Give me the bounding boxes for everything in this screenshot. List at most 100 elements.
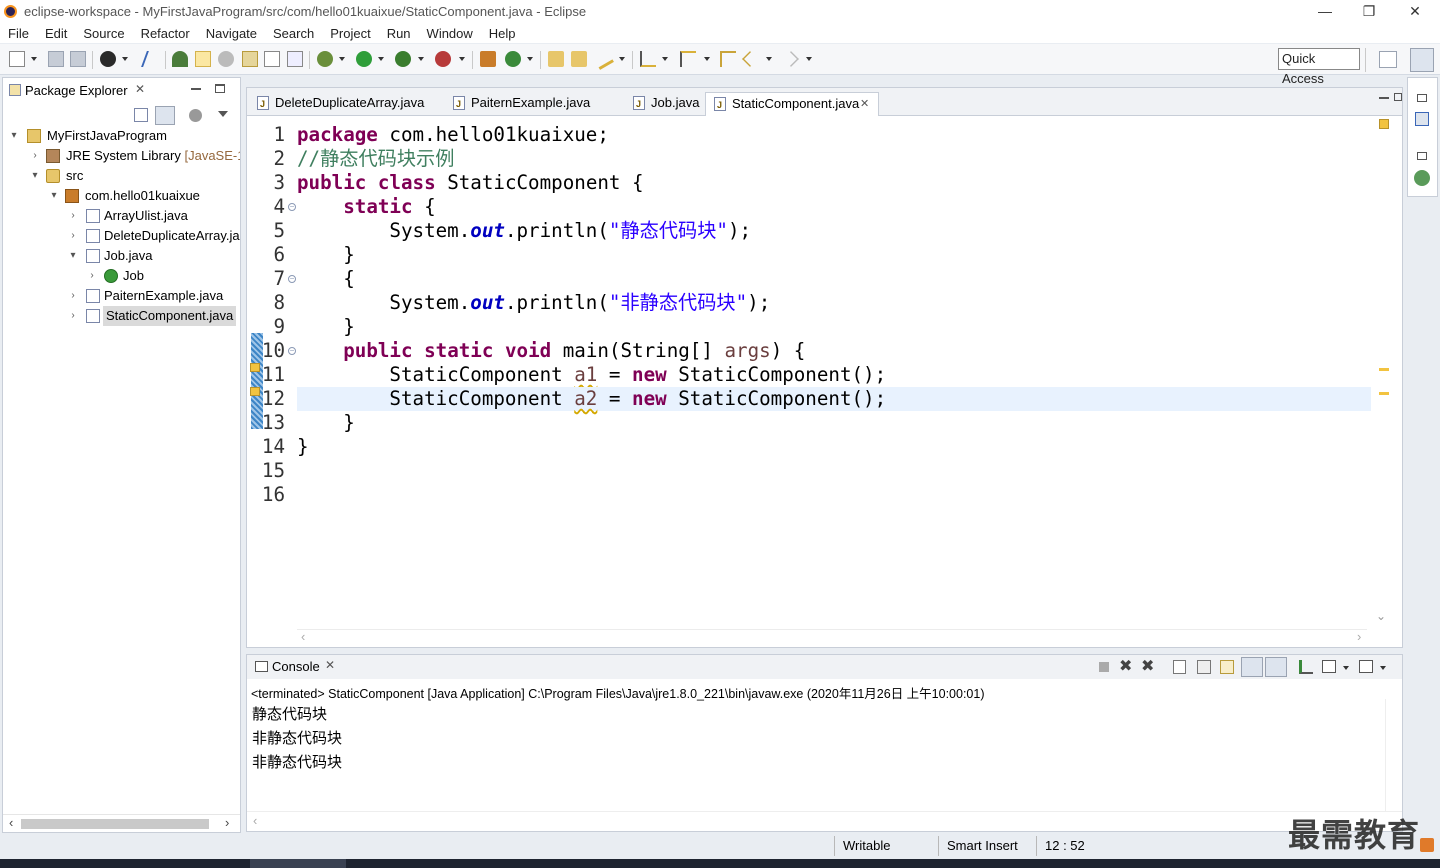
open-console-icon[interactable] bbox=[1359, 660, 1373, 673]
coverage-icon[interactable] bbox=[395, 51, 411, 67]
run-dropdown-icon[interactable] bbox=[378, 57, 384, 61]
new-java-class-icon[interactable] bbox=[505, 51, 521, 67]
view-menu-icon[interactable] bbox=[218, 111, 228, 117]
menu-file[interactable]: File bbox=[0, 23, 37, 43]
minimize-editor-icon[interactable] bbox=[1379, 97, 1389, 99]
tree-item-job-java[interactable]: ▾ Job.java bbox=[3, 246, 240, 266]
new-java-package-icon[interactable] bbox=[480, 51, 496, 67]
collapse-all-icon[interactable] bbox=[134, 108, 148, 122]
new-class-dropdown-icon[interactable] bbox=[527, 57, 533, 61]
tab-deleteduplicatearray[interactable]: DeleteDuplicateArray.java bbox=[249, 92, 441, 116]
mark-occurrences-icon[interactable] bbox=[195, 51, 211, 67]
close-view-icon[interactable]: ✕ bbox=[135, 82, 145, 96]
expand-twisty-icon[interactable]: ▾ bbox=[48, 186, 60, 206]
menu-edit[interactable]: Edit bbox=[37, 23, 75, 43]
focus-on-task-icon[interactable] bbox=[189, 109, 202, 122]
run-icon[interactable] bbox=[356, 51, 372, 67]
remove-launch-icon[interactable]: ✖ bbox=[1119, 656, 1132, 676]
publish-icon[interactable] bbox=[100, 51, 116, 67]
console-vertical-scrollbar[interactable] bbox=[1385, 699, 1401, 811]
menu-help[interactable]: Help bbox=[481, 23, 524, 43]
display-console-dropdown-icon[interactable] bbox=[1343, 666, 1349, 670]
code-line[interactable]: System.out.println("静态代码块"); bbox=[297, 219, 1371, 243]
restore-view-icon[interactable] bbox=[1417, 152, 1427, 160]
tree-item-job-class[interactable]: › Job bbox=[3, 266, 240, 286]
minimize-view-icon[interactable] bbox=[191, 88, 201, 90]
word-wrap-icon[interactable] bbox=[1220, 660, 1234, 674]
debug-dropdown-icon[interactable] bbox=[339, 57, 345, 61]
code-line[interactable]: } bbox=[297, 435, 1371, 459]
scroll-left-icon[interactable]: ‹ bbox=[253, 813, 257, 828]
previous-annotation-icon[interactable] bbox=[680, 51, 696, 67]
back-dropdown-icon[interactable] bbox=[766, 57, 772, 61]
code-line[interactable] bbox=[297, 483, 1371, 507]
new-icon[interactable] bbox=[9, 51, 25, 67]
open-perspective-icon[interactable] bbox=[1379, 51, 1397, 68]
java-perspective-icon[interactable] bbox=[1410, 48, 1434, 72]
toggle-breadcrumb-icon[interactable] bbox=[218, 51, 234, 67]
quick-access-field[interactable]: Quick Access bbox=[1278, 48, 1360, 86]
tab-staticcomponent[interactable]: StaticComponent.java✕ bbox=[705, 92, 879, 116]
open-folder-icon[interactable] bbox=[548, 51, 564, 67]
restore-view-icon[interactable] bbox=[1417, 94, 1427, 102]
tab-paiternexample[interactable]: PaiternExample.java bbox=[445, 92, 621, 116]
code-line[interactable]: StaticComponent a2 = new StaticComponent… bbox=[297, 387, 1371, 411]
expand-twisty-icon[interactable]: › bbox=[86, 266, 98, 286]
open-type-icon[interactable] bbox=[172, 51, 188, 67]
tree-item-jre-library[interactable]: › JRE System Library [JavaSE-1. bbox=[3, 146, 240, 166]
expand-twisty-icon[interactable]: › bbox=[67, 206, 79, 226]
minimize-button[interactable]: — bbox=[1302, 0, 1348, 23]
show-console-on-error-icon[interactable] bbox=[1265, 657, 1287, 677]
code-line[interactable]: static { bbox=[297, 195, 1371, 219]
notification-icon[interactable] bbox=[1420, 838, 1434, 852]
code-line[interactable]: } bbox=[297, 243, 1371, 267]
show-console-on-output-icon[interactable] bbox=[1241, 657, 1263, 677]
previous-annotation-dropdown-icon[interactable] bbox=[704, 57, 710, 61]
show-whitespace-icon[interactable] bbox=[242, 51, 258, 67]
warning-summary-icon[interactable] bbox=[1379, 119, 1389, 129]
scroll-right-icon[interactable]: › bbox=[1357, 629, 1361, 644]
code-line[interactable]: package com.hello01kuaixue; bbox=[297, 123, 1371, 147]
menu-window[interactable]: Window bbox=[419, 23, 481, 43]
tree-item-deleteduplicatearray[interactable]: › DeleteDuplicateArray.ja bbox=[3, 226, 240, 246]
display-console-icon[interactable] bbox=[1322, 660, 1336, 673]
expand-twisty-icon[interactable]: ▾ bbox=[67, 246, 79, 266]
code-line[interactable] bbox=[297, 459, 1371, 483]
tree-item-arrayulist[interactable]: › ArrayUlist.java bbox=[3, 206, 240, 226]
scrollbar-thumb[interactable] bbox=[21, 819, 209, 829]
expand-twisty-icon[interactable]: › bbox=[67, 286, 79, 306]
external-tools-dropdown-icon[interactable] bbox=[459, 57, 465, 61]
expand-twisty-icon[interactable]: › bbox=[67, 306, 79, 326]
menu-source[interactable]: Source bbox=[75, 23, 132, 43]
skip-breakpoints-icon[interactable] bbox=[141, 51, 163, 67]
console-horizontal-scrollbar[interactable]: ‹ bbox=[247, 811, 1402, 831]
code-line[interactable]: } bbox=[297, 411, 1371, 435]
expand-twisty-icon[interactable]: › bbox=[29, 146, 41, 166]
tree-item-package[interactable]: ▾ com.hello01kuaixue bbox=[3, 186, 240, 206]
menu-refactor[interactable]: Refactor bbox=[133, 23, 198, 43]
forward-dropdown-icon[interactable] bbox=[806, 57, 812, 61]
forward-icon[interactable] bbox=[783, 51, 799, 67]
fold-toggle-icon[interactable]: − bbox=[288, 347, 296, 355]
coverage-dropdown-icon[interactable] bbox=[418, 57, 424, 61]
task-dropdown-icon[interactable] bbox=[619, 57, 625, 61]
debug-icon[interactable] bbox=[317, 51, 333, 67]
task-list-icon[interactable] bbox=[1414, 170, 1430, 186]
fold-toggle-icon[interactable]: − bbox=[288, 275, 296, 283]
tree-item-src[interactable]: ▾ src bbox=[3, 166, 240, 186]
code-line[interactable]: { bbox=[297, 267, 1371, 291]
expand-twisty-icon[interactable]: › bbox=[67, 226, 79, 246]
overview-ruler[interactable]: ⌄ bbox=[1371, 117, 1401, 629]
scroll-left-icon[interactable]: ‹ bbox=[301, 629, 305, 644]
fold-toggle-icon[interactable]: − bbox=[288, 203, 296, 211]
clear-console-icon[interactable] bbox=[1173, 660, 1186, 674]
open-console-dropdown-icon[interactable] bbox=[1380, 666, 1386, 670]
code-line[interactable]: } bbox=[297, 315, 1371, 339]
terminate-icon[interactable] bbox=[1099, 662, 1109, 672]
maximize-view-icon[interactable] bbox=[215, 84, 225, 93]
menu-navigate[interactable]: Navigate bbox=[198, 23, 265, 43]
tree-item-project[interactable]: ▾ MyFirstJavaProgram bbox=[3, 126, 240, 146]
scroll-lock-icon[interactable] bbox=[1197, 660, 1211, 674]
last-edit-location-icon[interactable] bbox=[720, 51, 736, 67]
menu-project[interactable]: Project bbox=[322, 23, 378, 43]
